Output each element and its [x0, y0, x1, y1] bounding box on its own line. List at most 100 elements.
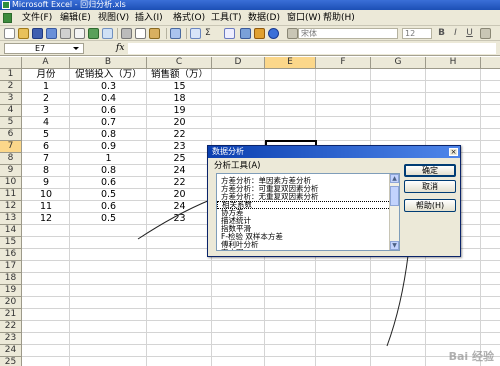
menu-tools[interactable]: 工具(T)	[211, 12, 242, 24]
analysis-tool-item[interactable]: 相关系数	[217, 201, 399, 209]
row-header-14[interactable]: 14	[0, 225, 22, 237]
row-header-23[interactable]: 23	[0, 333, 22, 345]
data-cell[interactable]: 18	[147, 93, 212, 105]
formula-input[interactable]	[128, 43, 496, 54]
analysis-tool-item[interactable]: 直方图	[217, 249, 399, 251]
menu-data[interactable]: 数据(D)	[248, 12, 280, 24]
data-cell[interactable]: 5	[22, 129, 70, 141]
data-cell[interactable]: 0.9	[70, 141, 147, 153]
data-cell[interactable]: 19	[147, 105, 212, 117]
row-header-6[interactable]: 6	[0, 129, 22, 141]
row-header-12[interactable]: 12	[0, 201, 22, 213]
data-cell[interactable]: 24	[147, 201, 212, 213]
help-button[interactable]: 帮助(H)	[404, 199, 456, 212]
toolbar-options-icon[interactable]	[287, 28, 298, 39]
print-preview-icon[interactable]	[74, 28, 85, 39]
list-scrollbar[interactable]: ▲ ▼	[389, 174, 399, 250]
data-cell[interactable]: 20	[147, 117, 212, 129]
drawing-icon[interactable]	[254, 28, 265, 39]
hyperlink-icon[interactable]	[190, 28, 201, 39]
column-header-a[interactable]: A	[22, 57, 70, 69]
row-header-7[interactable]: 7	[0, 141, 22, 153]
scroll-thumb[interactable]	[390, 186, 399, 206]
data-cell[interactable]: 2	[22, 93, 70, 105]
bold-button[interactable]: B	[436, 27, 447, 40]
menu-help[interactable]: 帮助(H)	[323, 12, 355, 24]
header-cell[interactable]: 销售额（万）	[147, 69, 212, 81]
row-header-8[interactable]: 8	[0, 153, 22, 165]
row-header-4[interactable]: 4	[0, 105, 22, 117]
close-icon[interactable]: ×	[449, 148, 458, 156]
row-header-9[interactable]: 9	[0, 165, 22, 177]
data-cell[interactable]: 1	[22, 81, 70, 93]
sort-ascending-icon[interactable]	[224, 28, 235, 39]
column-header-d[interactable]: D	[212, 57, 265, 69]
underline-button[interactable]: U	[464, 27, 475, 40]
ok-button[interactable]: 确定	[404, 164, 456, 177]
row-header-13[interactable]: 13	[0, 213, 22, 225]
data-cell[interactable]: 0.6	[70, 201, 147, 213]
data-cell[interactable]: 11	[22, 201, 70, 213]
new-icon[interactable]	[4, 28, 15, 39]
data-cell[interactable]: 24	[147, 165, 212, 177]
header-cell[interactable]: 促销投入（万）	[70, 69, 147, 81]
row-header-2[interactable]: 2	[0, 81, 22, 93]
name-box[interactable]: E7	[4, 43, 84, 54]
row-header-22[interactable]: 22	[0, 321, 22, 333]
row-header-19[interactable]: 19	[0, 285, 22, 297]
data-cell[interactable]: 0.5	[70, 213, 147, 225]
column-header-f[interactable]: F	[316, 57, 371, 69]
data-cell[interactable]: 10	[22, 189, 70, 201]
column-header-g[interactable]: G	[371, 57, 426, 69]
copy-icon[interactable]	[135, 28, 146, 39]
align-left-icon[interactable]	[480, 28, 491, 39]
undo-icon[interactable]	[170, 28, 181, 39]
row-header-10[interactable]: 10	[0, 177, 22, 189]
row-header-15[interactable]: 15	[0, 237, 22, 249]
analysis-tools-list[interactable]: 方差分析：单因素方差分析 方差分析：可重复双因素分析 方差分析：无重复双因素分析 相关…	[216, 173, 400, 251]
menu-insert[interactable]: 插入(I)	[135, 12, 163, 24]
column-header-h[interactable]: H	[426, 57, 481, 69]
column-header-e[interactable]: E	[265, 57, 316, 69]
menu-window[interactable]: 窗口(W)	[287, 12, 321, 24]
menu-edit[interactable]: 编辑(E)	[60, 12, 91, 24]
analysis-tool-item[interactable]: 傅利叶分析	[217, 241, 399, 249]
font-name-select[interactable]: 宋体	[298, 28, 398, 39]
row-header-5[interactable]: 5	[0, 117, 22, 129]
data-cell[interactable]: 23	[147, 141, 212, 153]
data-cell[interactable]: 15	[147, 81, 212, 93]
row-header-18[interactable]: 18	[0, 273, 22, 285]
data-cell[interactable]: 6	[22, 141, 70, 153]
permission-icon[interactable]	[46, 28, 57, 39]
save-icon[interactable]	[32, 28, 43, 39]
help-icon[interactable]	[268, 28, 279, 39]
spelling-icon[interactable]	[88, 28, 99, 39]
data-cell[interactable]: 0.8	[70, 129, 147, 141]
row-header-16[interactable]: 16	[0, 249, 22, 261]
row-header-1[interactable]: 1	[0, 69, 22, 81]
data-cell[interactable]: 0.3	[70, 81, 147, 93]
autosum-icon[interactable]: Σ	[205, 27, 211, 40]
select-all-corner[interactable]	[0, 57, 22, 69]
open-icon[interactable]	[18, 28, 29, 39]
insert-function-icon[interactable]: fx	[116, 42, 124, 55]
column-header-c[interactable]: C	[147, 57, 212, 69]
data-cell[interactable]: 0.5	[70, 189, 147, 201]
row-header-24[interactable]: 24	[0, 345, 22, 357]
data-cell[interactable]: 3	[22, 105, 70, 117]
data-cell[interactable]: 20	[147, 189, 212, 201]
row-header-11[interactable]: 11	[0, 189, 22, 201]
cut-icon[interactable]	[121, 28, 132, 39]
font-size-select[interactable]: 12	[402, 28, 432, 39]
menu-format[interactable]: 格式(O)	[173, 12, 205, 24]
row-header-3[interactable]: 3	[0, 93, 22, 105]
data-cell[interactable]: 4	[22, 117, 70, 129]
data-cell[interactable]: 23	[147, 213, 212, 225]
print-icon[interactable]	[60, 28, 71, 39]
data-cell[interactable]: 12	[22, 213, 70, 225]
data-cell[interactable]: 25	[147, 153, 212, 165]
row-header-21[interactable]: 21	[0, 309, 22, 321]
data-cell[interactable]: 22	[147, 177, 212, 189]
cancel-button[interactable]: 取消	[404, 180, 456, 193]
data-cell[interactable]: 0.8	[70, 165, 147, 177]
